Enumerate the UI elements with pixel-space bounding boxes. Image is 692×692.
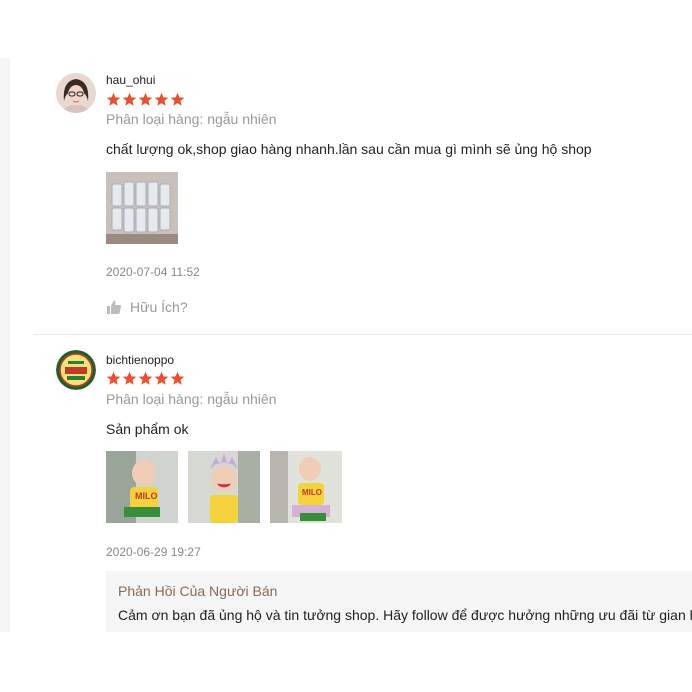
review-username[interactable]: hau_ohui [106,73,155,87]
star-icon [122,92,137,106]
review-comment: chất lượng ok,shop giao hàng nhanh.lần s… [106,141,592,157]
review-comment: Sản phẩm ok [106,421,189,437]
review-photo-thumbnail[interactable] [106,172,178,244]
star-icon [106,371,121,385]
star-icon [154,371,169,385]
star-icon [170,92,185,106]
star-icon [154,92,169,106]
review-variation: Phân loại hàng: ngẫu nhiên [106,391,277,407]
star-icon [122,371,137,385]
review-username[interactable]: bichtienoppo [106,353,174,367]
seller-reply: Phản Hồi Của Người Bán Cảm ơn bạn đã ủng… [106,571,692,632]
avatar[interactable] [56,350,96,390]
seller-reply-title: Phản Hồi Của Người Bán [118,583,278,599]
avatar-image [56,350,96,390]
reviews-panel: hau_ohui Phân loại hàng: ngẫu nhiên chất… [10,58,692,632]
review-photos: MILO MILO [106,451,342,523]
thumbs-up-icon [107,300,122,314]
star-icon [138,92,153,106]
review-timestamp: 2020-06-29 19:27 [106,545,201,559]
seller-reply-text: Cảm ơn bạn đã ủng hộ và tin tưởng shop. … [118,607,692,623]
review-timestamp: 2020-07-04 11:52 [106,265,200,279]
review-variation: Phân loại hàng: ngẫu nhiên [106,111,277,127]
svg-text:MILO: MILO [135,491,158,501]
avatar-image [56,73,96,113]
review-item: hau_ohui Phân loại hàng: ngẫu nhiên chất… [10,58,692,334]
review-photo-thumbnail[interactable] [188,451,260,523]
star-icon [106,92,121,106]
svg-text:MILO: MILO [302,488,322,497]
review-photo-thumbnail[interactable]: MILO [106,451,178,523]
left-rail [0,58,10,632]
helpful-button[interactable]: Hữu Ích? [106,299,188,315]
review-photos [106,172,178,244]
star-icon [170,371,185,385]
review-item: bichtienoppo Phân loại hàng: ngẫu nhiên … [10,335,692,632]
rating-stars [106,371,185,386]
helpful-label: Hữu Ích? [130,299,188,315]
review-photo-thumbnail[interactable]: MILO [270,451,342,523]
avatar[interactable] [56,73,96,113]
star-icon [138,371,153,385]
rating-stars [106,92,185,107]
